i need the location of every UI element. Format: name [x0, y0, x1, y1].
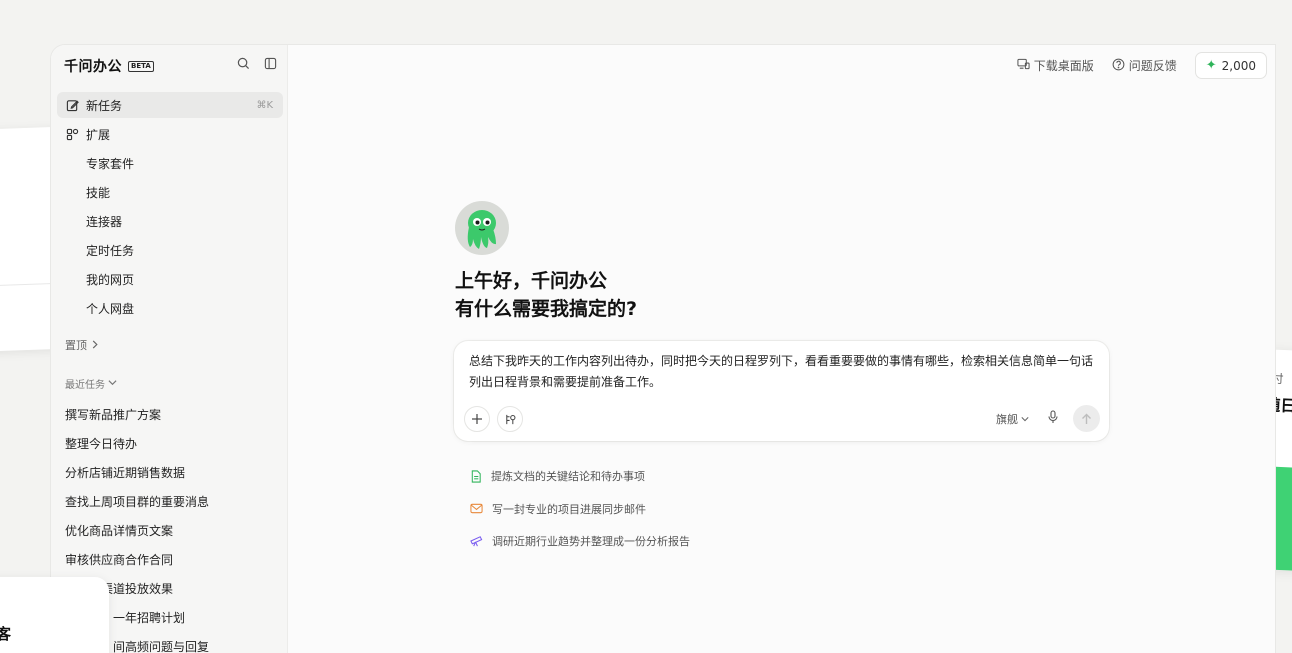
shortcut-hint: ⌘K: [256, 99, 273, 111]
pinned-label: 置顶: [65, 339, 87, 352]
model-selector[interactable]: 旗舰: [996, 411, 1029, 427]
recent-task-item[interactable]: 整理今日待办: [65, 429, 280, 458]
plus-icon: [472, 414, 482, 424]
beta-badge: BETA: [128, 60, 154, 72]
sidebar-item-label: 扩展: [86, 127, 111, 142]
sidebar-item-label: 连接器: [86, 214, 123, 229]
octopus-mascot-icon: [467, 210, 496, 249]
suggestion-label: 写一封专业的项目进展同步邮件: [492, 502, 646, 516]
desktop-stage: 文件交付 产物随日 千问办公 BETA: [0, 0, 1292, 653]
sidebar-item-connectors[interactable]: 连接器: [57, 208, 283, 234]
mascot-avatar: [455, 201, 509, 255]
sidebar-item-label: 定时任务: [86, 243, 135, 258]
chevron-down-icon: [1021, 417, 1029, 422]
recent-section-toggle[interactable]: 最近任务: [65, 376, 117, 391]
greeting-line-2: 有什么需要我搞定的?: [455, 298, 638, 320]
suggestion-label: 提炼文档的关键结论和待办事项: [491, 470, 645, 484]
add-attachment-button[interactable]: [464, 406, 490, 432]
top-bar: 下载桌面版 问题反馈 ✦ 2,000: [1017, 52, 1267, 79]
recent-task-item[interactable]: 查找上周项目群的重要消息: [65, 487, 280, 516]
sidebar-item-scheduled-tasks[interactable]: 定时任务: [57, 237, 283, 263]
suggestion-item[interactable]: 调研近期行业趋势并整理成一份分析报告: [470, 525, 690, 558]
card-left-text: 客: [0, 625, 12, 643]
sidebar-item-skills[interactable]: 技能: [57, 179, 283, 205]
app-window: 千问办公 BETA 新任务 ⌘K 扩展 专家套件 技能 连接器 定时任务 我的网…: [51, 45, 1275, 653]
sidebar-item-new-task[interactable]: 新任务 ⌘K: [57, 92, 283, 118]
feedback-label: 问题反馈: [1128, 59, 1177, 73]
pinned-section-toggle[interactable]: 置顶: [65, 337, 99, 353]
extensions-icon: [65, 127, 79, 141]
document-icon: [471, 470, 481, 483]
download-desktop-button[interactable]: 下载桌面版: [1017, 57, 1094, 74]
sidebar: 千问办公 BETA 新任务 ⌘K 扩展 专家套件 技能 连接器 定时任务 我的网…: [51, 45, 288, 653]
sidebar-item-label: 新任务: [86, 98, 123, 113]
help-icon: [1112, 58, 1125, 74]
microphone-icon: [1048, 410, 1058, 423]
chevron-down-icon: [108, 378, 117, 389]
suggestion-label: 调研近期行业趋势并整理成一份分析报告: [492, 535, 690, 549]
sidebar-item-label: 专家套件: [86, 156, 135, 171]
prompt-input[interactable]: 总结下我昨天的工作内容列出待办，同时把今天的日程罗列下，看看重要要做的事情有哪些…: [469, 351, 1097, 393]
search-icon[interactable]: [237, 57, 250, 70]
model-label: 旗舰: [996, 413, 1018, 426]
suggestion-list: 提炼文档的关键结论和待办事项 写一封专业的项目进展同步邮件 调研近期行业趋势并整…: [470, 460, 690, 558]
chevron-right-icon: [91, 339, 99, 352]
sparkle-icon: ✦: [1205, 58, 1217, 73]
tools-button[interactable]: [497, 406, 523, 432]
edit-icon: [65, 98, 79, 112]
send-button[interactable]: [1073, 405, 1100, 432]
sidebar-item-extensions[interactable]: 扩展: [57, 121, 283, 147]
sidebar-nav: 新任务 ⌘K 扩展 专家套件 技能 连接器 定时任务 我的网页 个人网盘: [57, 92, 283, 324]
credits-value: 2,000: [1221, 58, 1256, 73]
brand: 千问办公 BETA: [64, 56, 154, 76]
greeting-line-1: 上午好，千问办公: [455, 270, 608, 292]
suggestion-item[interactable]: 提炼文档的关键结论和待办事项: [470, 460, 690, 493]
sidebar-toggle-icon[interactable]: [264, 57, 277, 70]
app-name: 千问办公: [64, 59, 122, 75]
floating-card-left-bottom: 客: [0, 577, 109, 653]
recent-task-item[interactable]: 撰写新品推广方案: [65, 400, 280, 429]
sidebar-item-label: 我的网页: [86, 272, 135, 287]
download-label: 下载桌面版: [1033, 59, 1094, 73]
telescope-icon: [470, 536, 483, 547]
sidebar-item-label: 技能: [86, 185, 111, 200]
microphone-button[interactable]: [1047, 409, 1059, 428]
feedback-button[interactable]: 问题反馈: [1112, 57, 1177, 74]
credits-badge[interactable]: ✦ 2,000: [1194, 52, 1267, 79]
sidebar-item-personal-drive[interactable]: 个人网盘: [57, 295, 283, 321]
tools-icon: [505, 414, 515, 424]
sidebar-item-expert-suite[interactable]: 专家套件: [57, 150, 283, 176]
recent-label: 最近任务: [65, 380, 105, 391]
mail-icon: [470, 504, 483, 514]
recent-task-item[interactable]: 优化商品详情页文案: [65, 516, 280, 545]
desktop-icon: [1017, 58, 1030, 73]
sidebar-item-my-pages[interactable]: 我的网页: [57, 266, 283, 292]
recent-task-item[interactable]: 分析店铺近期销售数据: [65, 458, 280, 487]
suggestion-item[interactable]: 写一封专业的项目进展同步邮件: [470, 493, 690, 526]
arrow-up-icon: [1082, 413, 1091, 424]
main-panel: 下载桌面版 问题反馈 ✦ 2,000 上午好，千问办公 有什么需要我搞定的? 总…: [288, 45, 1275, 653]
greeting: 上午好，千问办公 有什么需要我搞定的?: [455, 267, 637, 323]
sidebar-header-actions: [237, 57, 277, 70]
prompt-composer[interactable]: 总结下我昨天的工作内容列出待办，同时把今天的日程罗列下，看看重要要做的事情有哪些…: [454, 341, 1109, 441]
sidebar-item-label: 个人网盘: [86, 301, 135, 316]
recent-task-item[interactable]: 审核供应商合作合同: [65, 545, 280, 574]
